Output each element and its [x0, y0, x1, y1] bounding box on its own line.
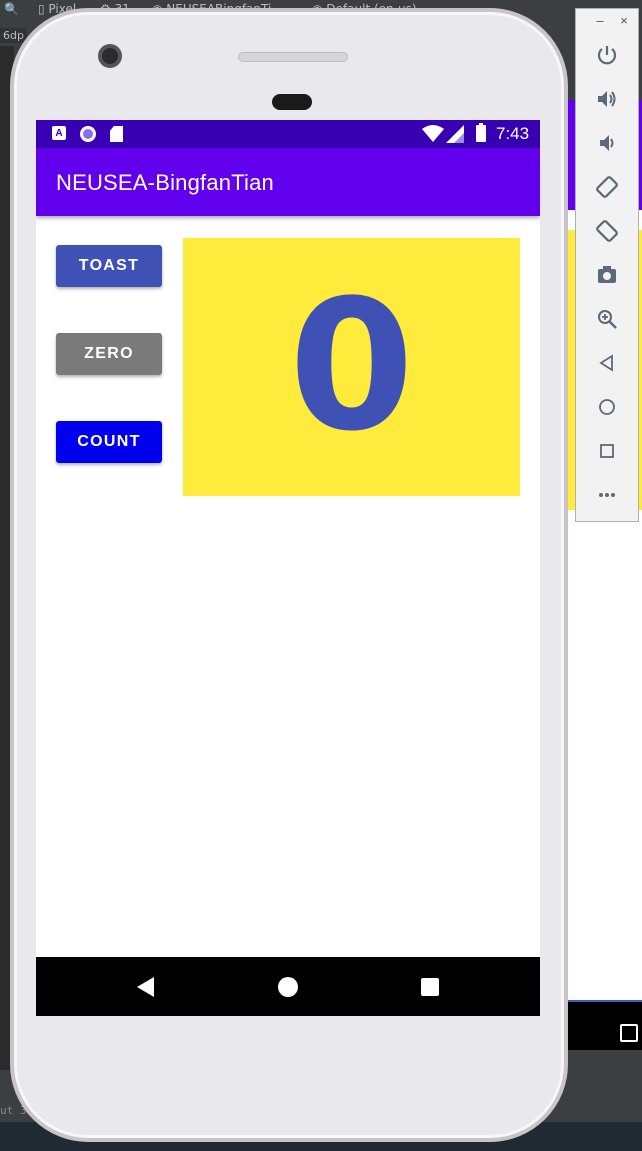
counter-value: 0	[288, 262, 415, 471]
zoom-icon[interactable]	[593, 305, 621, 333]
back-icon[interactable]	[136, 977, 156, 997]
minimize-icon[interactable]: –	[588, 13, 612, 28]
screenshot-icon[interactable]	[593, 261, 621, 289]
window-controls: – ×	[588, 13, 636, 28]
search-icon[interactable]: 🔍	[4, 2, 19, 16]
overview-icon[interactable]	[593, 437, 621, 465]
more-icon[interactable]	[593, 481, 621, 509]
wifi-icon	[422, 125, 444, 142]
home-icon[interactable]	[593, 393, 621, 421]
counter-display: 0	[183, 238, 520, 496]
signal-icon	[446, 125, 464, 143]
power-icon[interactable]	[593, 41, 621, 69]
zero-button[interactable]: ZERO	[56, 333, 162, 375]
device-screen: A 7:43 NEUSEA-BingfanTian TOAST ZERO COU…	[36, 120, 540, 1016]
earpiece-speaker	[238, 52, 348, 62]
back-icon[interactable]	[593, 349, 621, 377]
status-time: 7:43	[496, 124, 530, 143]
volume-up-icon[interactable]	[593, 85, 621, 113]
recents-icon[interactable]	[421, 978, 439, 996]
preview-nav-bar	[560, 1000, 642, 1050]
close-icon[interactable]: ×	[612, 13, 636, 28]
circle-icon	[80, 126, 96, 142]
sd-card-icon	[110, 126, 123, 142]
app-bar: NEUSEA-BingfanTian	[36, 148, 540, 216]
volume-down-icon[interactable]	[593, 129, 621, 157]
battery-icon	[476, 123, 486, 142]
status-bar: A 7:43	[36, 120, 540, 148]
app-title: NEUSEA-BingfanTian	[56, 170, 274, 195]
rotate-right-icon[interactable]	[593, 217, 621, 245]
preview-recents-icon	[620, 1024, 638, 1042]
toast-button[interactable]: TOAST	[56, 245, 162, 287]
emulator-toolbar: – ×	[575, 8, 639, 522]
rotate-left-icon[interactable]	[593, 173, 621, 201]
home-icon[interactable]	[278, 977, 298, 997]
front-camera	[98, 44, 122, 68]
a-icon: A	[52, 126, 66, 140]
navigation-bar	[36, 957, 540, 1016]
proximity-sensor	[272, 94, 312, 110]
count-button[interactable]: COUNT	[56, 421, 162, 463]
